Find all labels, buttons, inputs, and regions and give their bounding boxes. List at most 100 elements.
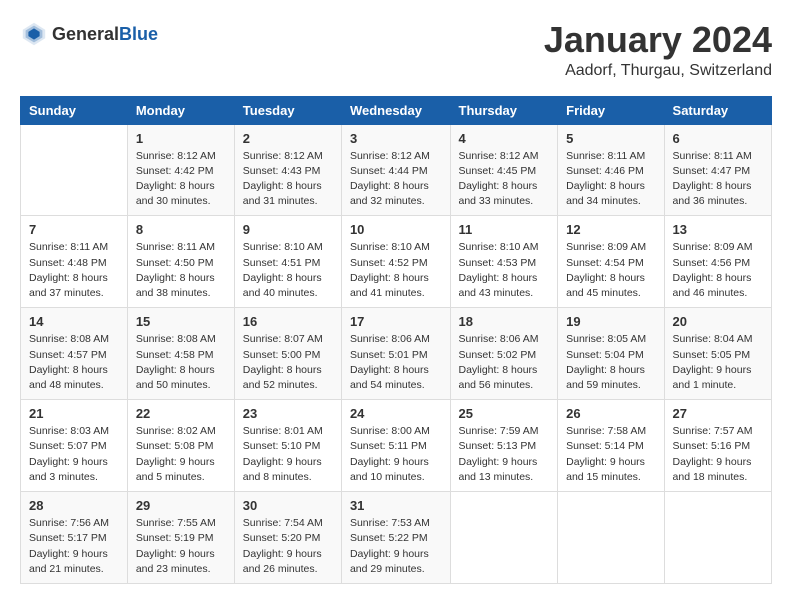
day-info: Sunrise: 7:53 AMSunset: 5:22 PMDaylight:… [350, 516, 442, 577]
day-info: Sunrise: 8:06 AMSunset: 5:02 PMDaylight:… [459, 332, 550, 393]
day-number: 6 [673, 131, 763, 146]
day-info: Sunrise: 8:09 AMSunset: 4:54 PMDaylight:… [566, 240, 655, 301]
page-header: GeneralBlue January 2024 Aadorf, Thurgau… [20, 20, 772, 80]
location-title: Aadorf, Thurgau, Switzerland [544, 62, 772, 80]
calendar-cell: 19Sunrise: 8:05 AMSunset: 5:04 PMDayligh… [558, 308, 664, 400]
day-number: 30 [243, 498, 333, 513]
calendar-cell: 13Sunrise: 8:09 AMSunset: 4:56 PMDayligh… [664, 216, 771, 308]
day-number: 5 [566, 131, 655, 146]
month-title: January 2024 [544, 20, 772, 60]
day-number: 21 [29, 406, 119, 421]
day-number: 8 [136, 222, 226, 237]
calendar-cell: 28 Sunrise: 7:56 AMSunset: 5:17 PMDayligh… [21, 492, 128, 584]
calendar-cell: 23 Sunrise: 8:01 AMSunset: 5:10 PMDayligh… [234, 400, 341, 492]
calendar-cell: 30 Sunrise: 7:54 AMSunset: 5:20 PMDayligh… [234, 492, 341, 584]
day-info: Sunrise: 8:08 AMSunset: 4:57 PMDaylight:… [29, 332, 119, 393]
day-number: 31 [350, 498, 442, 513]
calendar-cell: 3 Sunrise: 8:12 AMSunset: 4:44 PMDaylight… [341, 124, 450, 216]
weekday-header-tuesday: Tuesday [234, 96, 341, 124]
day-info: Sunrise: 8:03 AMSunset: 5:07 PMDaylight:… [29, 424, 119, 485]
calendar-cell: 1 Sunrise: 8:12 AMSunset: 4:42 PMDaylight… [127, 124, 234, 216]
day-info: Sunrise: 8:12 AMSunset: 4:42 PMDaylight:… [136, 149, 226, 210]
day-number: 23 [243, 406, 333, 421]
day-number: 29 [136, 498, 226, 513]
day-info: Sunrise: 7:57 AMSunset: 5:16 PMDaylight:… [673, 424, 763, 485]
title-block: January 2024 Aadorf, Thurgau, Switzerlan… [544, 20, 772, 80]
day-info: Sunrise: 8:11 AMSunset: 4:47 PMDaylight:… [673, 149, 763, 210]
week-row-1: 1 Sunrise: 8:12 AMSunset: 4:42 PMDaylight… [21, 124, 772, 216]
day-number: 16 [243, 314, 333, 329]
day-number: 18 [459, 314, 550, 329]
day-info: Sunrise: 8:11 AMSunset: 4:48 PMDaylight:… [29, 240, 119, 301]
day-info: Sunrise: 8:04 AMSunset: 5:05 PMDaylight:… [673, 332, 763, 393]
day-number: 15 [136, 314, 226, 329]
week-row-5: 28 Sunrise: 7:56 AMSunset: 5:17 PMDayligh… [21, 492, 772, 584]
logo: GeneralBlue [20, 20, 158, 48]
day-number: 9 [243, 222, 333, 237]
calendar-cell: 27 Sunrise: 7:57 AMSunset: 5:16 PMDayligh… [664, 400, 771, 492]
day-info: Sunrise: 8:07 AMSunset: 5:00 PMDaylight:… [243, 332, 333, 393]
day-number: 17 [350, 314, 442, 329]
weekday-header-thursday: Thursday [450, 96, 558, 124]
week-row-3: 14Sunrise: 8:08 AMSunset: 4:57 PMDayligh… [21, 308, 772, 400]
day-info: Sunrise: 8:01 AMSunset: 5:10 PMDaylight:… [243, 424, 333, 485]
day-number: 13 [673, 222, 763, 237]
calendar-cell: 5Sunrise: 8:11 AMSunset: 4:46 PMDaylight… [558, 124, 664, 216]
day-number: 28 [29, 498, 119, 513]
day-number: 22 [136, 406, 226, 421]
logo-icon [20, 20, 48, 48]
calendar-cell: 22 Sunrise: 8:02 AMSunset: 5:08 PMDayligh… [127, 400, 234, 492]
weekday-header-sunday: Sunday [21, 96, 128, 124]
calendar-cell: 7 Sunrise: 8:11 AMSunset: 4:48 PMDaylight… [21, 216, 128, 308]
calendar-cell [21, 124, 128, 216]
calendar-cell: 20 Sunrise: 8:04 AMSunset: 5:05 PMDayligh… [664, 308, 771, 400]
day-number: 20 [673, 314, 763, 329]
day-number: 1 [136, 131, 226, 146]
calendar-cell: 14Sunrise: 8:08 AMSunset: 4:57 PMDayligh… [21, 308, 128, 400]
day-number: 26 [566, 406, 655, 421]
day-number: 7 [29, 222, 119, 237]
day-number: 2 [243, 131, 333, 146]
week-row-4: 21 Sunrise: 8:03 AMSunset: 5:07 PMDayligh… [21, 400, 772, 492]
calendar-cell: 8 Sunrise: 8:11 AMSunset: 4:50 PMDaylight… [127, 216, 234, 308]
calendar-cell: 2Sunrise: 8:12 AMSunset: 4:43 PMDaylight… [234, 124, 341, 216]
day-info: Sunrise: 7:58 AMSunset: 5:14 PMDaylight:… [566, 424, 655, 485]
day-info: Sunrise: 8:10 AMSunset: 4:51 PMDaylight:… [243, 240, 333, 301]
day-number: 27 [673, 406, 763, 421]
calendar-cell: 18 Sunrise: 8:06 AMSunset: 5:02 PMDayligh… [450, 308, 558, 400]
day-info: Sunrise: 8:11 AMSunset: 4:50 PMDaylight:… [136, 240, 226, 301]
calendar-cell: 31 Sunrise: 7:53 AMSunset: 5:22 PMDayligh… [341, 492, 450, 584]
day-info: Sunrise: 8:05 AMSunset: 5:04 PMDaylight:… [566, 332, 655, 393]
day-number: 4 [459, 131, 550, 146]
day-number: 12 [566, 222, 655, 237]
calendar-cell: 10Sunrise: 8:10 AMSunset: 4:52 PMDayligh… [341, 216, 450, 308]
week-row-2: 7 Sunrise: 8:11 AMSunset: 4:48 PMDaylight… [21, 216, 772, 308]
day-number: 3 [350, 131, 442, 146]
calendar-cell: 24Sunrise: 8:00 AMSunset: 5:11 PMDayligh… [341, 400, 450, 492]
day-info: Sunrise: 7:59 AMSunset: 5:13 PMDaylight:… [459, 424, 550, 485]
calendar-cell [558, 492, 664, 584]
day-info: Sunrise: 8:08 AMSunset: 4:58 PMDaylight:… [136, 332, 226, 393]
calendar-cell: 12 Sunrise: 8:09 AMSunset: 4:54 PMDayligh… [558, 216, 664, 308]
day-info: Sunrise: 8:02 AMSunset: 5:08 PMDaylight:… [136, 424, 226, 485]
day-info: Sunrise: 8:12 AMSunset: 4:44 PMDaylight:… [350, 149, 442, 210]
calendar-cell: 25 Sunrise: 7:59 AMSunset: 5:13 PMDayligh… [450, 400, 558, 492]
calendar-cell: 17Sunrise: 8:06 AMSunset: 5:01 PMDayligh… [341, 308, 450, 400]
weekday-header-row: SundayMondayTuesdayWednesdayThursdayFrid… [21, 96, 772, 124]
calendar-cell: 6 Sunrise: 8:11 AMSunset: 4:47 PMDaylight… [664, 124, 771, 216]
day-number: 11 [459, 222, 550, 237]
day-info: Sunrise: 8:00 AMSunset: 5:11 PMDaylight:… [350, 424, 442, 485]
calendar-cell: 9 Sunrise: 8:10 AMSunset: 4:51 PMDaylight… [234, 216, 341, 308]
logo-text-general: General [52, 24, 119, 44]
logo-text-blue: Blue [119, 24, 158, 44]
day-info: Sunrise: 7:56 AMSunset: 5:17 PMDaylight:… [29, 516, 119, 577]
calendar-table: SundayMondayTuesdayWednesdayThursdayFrid… [20, 96, 772, 584]
weekday-header-friday: Friday [558, 96, 664, 124]
day-info: Sunrise: 7:55 AMSunset: 5:19 PMDaylight:… [136, 516, 226, 577]
day-number: 25 [459, 406, 550, 421]
calendar-cell: 26 Sunrise: 7:58 AMSunset: 5:14 PMDayligh… [558, 400, 664, 492]
day-info: Sunrise: 7:54 AMSunset: 5:20 PMDaylight:… [243, 516, 333, 577]
calendar-cell: 21 Sunrise: 8:03 AMSunset: 5:07 PMDayligh… [21, 400, 128, 492]
calendar-cell: 11Sunrise: 8:10 AMSunset: 4:53 PMDayligh… [450, 216, 558, 308]
calendar-cell: 4Sunrise: 8:12 AMSunset: 4:45 PMDaylight… [450, 124, 558, 216]
